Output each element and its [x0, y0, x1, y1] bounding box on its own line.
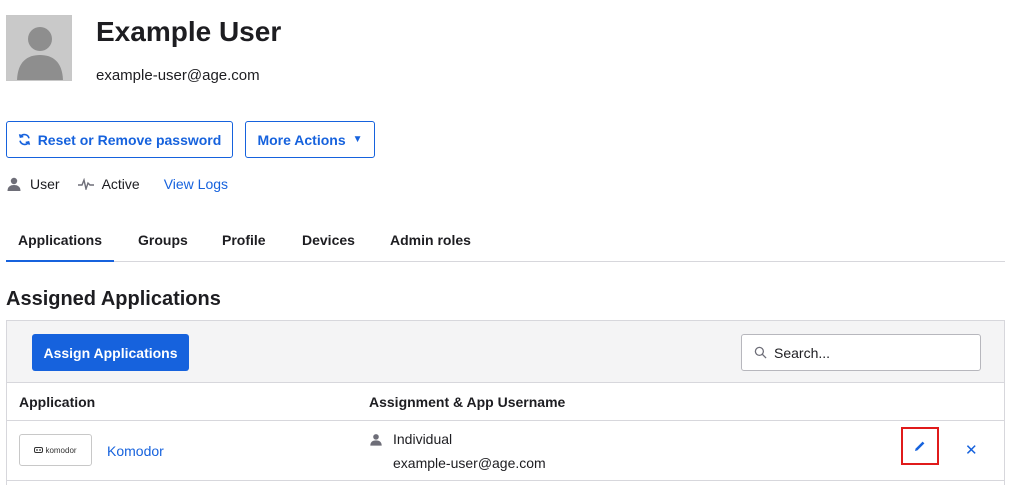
user-silhouette-icon	[7, 16, 71, 80]
tab-admin-roles[interactable]: Admin roles	[390, 232, 471, 248]
search-box[interactable]	[741, 334, 981, 371]
user-state-label: Active	[101, 176, 140, 192]
user-state: Active	[77, 176, 140, 192]
remove-assignment-close-icon[interactable]: ✕	[965, 441, 978, 459]
search-input[interactable]	[774, 344, 964, 361]
user-type-label: User	[30, 176, 60, 192]
app-username: example-user@age.com	[393, 455, 546, 471]
user-avatar	[6, 15, 72, 81]
pencil-icon	[915, 441, 925, 451]
user-status-row: User Active View Logs	[6, 175, 228, 193]
reset-password-label: Reset or Remove password	[37, 131, 222, 148]
assign-applications-button[interactable]: Assign Applications	[32, 334, 189, 371]
tab-applications[interactable]: Applications	[5, 232, 115, 262]
panel-toolbar: Assign Applications	[7, 321, 1004, 383]
caret-down-icon: ▼	[352, 134, 363, 145]
refresh-icon	[18, 133, 30, 146]
user-icon	[7, 177, 21, 191]
app-logo: komodor	[19, 434, 92, 466]
column-header-assignment: Assignment & App Username	[369, 394, 566, 410]
komodor-logo-icon	[34, 447, 44, 453]
tab-profile[interactable]: Profile	[222, 232, 266, 248]
edit-assignment-button[interactable]	[901, 427, 939, 465]
assigned-apps-panel: Assign Applications Application Assignme…	[6, 320, 1005, 485]
tab-bar: Applications Groups Profile Devices Admi…	[5, 224, 1005, 262]
person-icon	[370, 433, 382, 446]
view-logs-link[interactable]: View Logs	[164, 176, 228, 192]
activity-icon	[77, 178, 94, 190]
section-title: Assigned Applications	[6, 288, 221, 310]
table-row: komodor Komodor Individual example-user@…	[7, 421, 1004, 481]
column-header-application: Application	[19, 394, 96, 410]
app-name-link[interactable]: Komodor	[107, 443, 164, 459]
tab-groups[interactable]: Groups	[138, 232, 188, 248]
more-actions-label: More Actions	[257, 131, 346, 148]
reset-password-button[interactable]: Reset or Remove password	[6, 121, 233, 158]
assignment-type-label: Individual	[393, 431, 453, 447]
user-type: User	[6, 176, 60, 192]
table-header: Application Assignment & App Username	[7, 383, 1004, 421]
tab-devices[interactable]: Devices	[302, 232, 355, 248]
app-logo-text: komodor	[45, 445, 77, 455]
more-actions-button[interactable]: More Actions ▼	[245, 121, 375, 158]
assignment-type: Individual	[369, 431, 452, 447]
user-name: Example User	[96, 16, 282, 47]
user-email: example-user@age.com	[96, 67, 260, 84]
search-icon	[754, 346, 767, 359]
